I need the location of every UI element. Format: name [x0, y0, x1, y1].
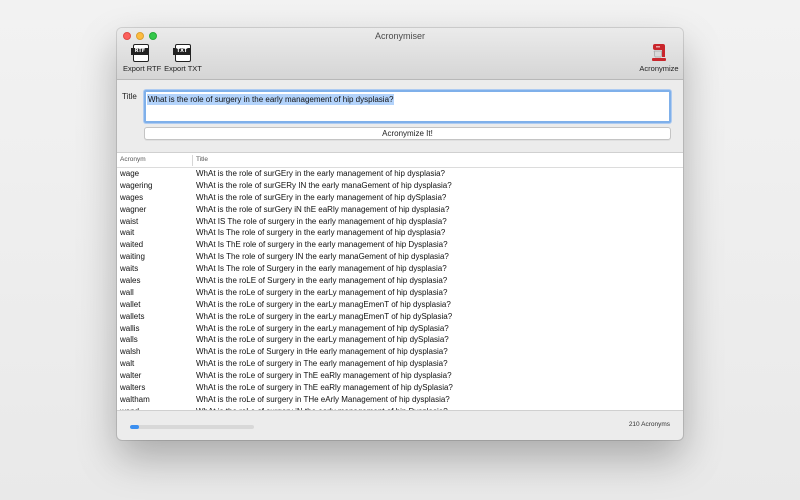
progress-bar [130, 425, 254, 429]
txt-document-icon: TXT [173, 44, 191, 62]
table-row[interactable]: wages WhAt is the role of surGEry in the … [117, 192, 683, 204]
title-cell: WhAt is the roLe of surgery in the earLy… [196, 335, 449, 345]
title-cell: WhAt is the role of surGEry in the early… [196, 169, 446, 178]
table-row[interactable]: wagering WhAt is the role of surGERy IN t… [117, 180, 683, 192]
table-row[interactable]: waits WhAt Is The role of Surgery in the … [117, 263, 683, 275]
table-row[interactable]: wall WhAt is the roLe of surgery in the e… [117, 287, 683, 299]
export-rtf-button[interactable]: RTF Export RTF [123, 44, 162, 73]
acronym-cell: wagering [120, 180, 153, 190]
acronym-cell: walls [120, 335, 138, 345]
rtf-document-icon: RTF [131, 44, 149, 62]
title-cell: WhAt Is The role of surgery IN the early… [196, 252, 449, 262]
acronym-cell: walsh [120, 347, 141, 357]
acronym-cell: waist [120, 216, 139, 226]
title-cell: WhAt IS The role of surgery in the early… [196, 216, 447, 226]
column-header-acronym[interactable]: Acronym [120, 153, 146, 167]
table-row[interactable]: wage WhAt is the role of surGEry in the e… [117, 168, 683, 180]
acronym-cell: wales [120, 276, 141, 286]
progress-fill [130, 425, 139, 429]
table-row[interactable]: waist WhAt IS The role of surgery in the … [117, 216, 683, 228]
acronym-cell: wallets [120, 311, 145, 321]
title-cell: WhAt is the roLe of surgery in The early… [196, 359, 448, 369]
title-cell: WhAt is the roLe of surgery in ThE eaRly… [196, 371, 452, 381]
table-row[interactable]: wallet WhAt is the roLe of surgery in the… [117, 299, 683, 311]
acronym-cell: wages [120, 192, 144, 202]
title-cell: WhAt Is The role of Surgery in the early… [196, 264, 447, 274]
status-bar: 210 Acronyms [117, 412, 683, 440]
title-cell: WhAt is the role of surGery iN thE eaRly… [196, 204, 450, 214]
acronym-table[interactable]: Acronym Title wage WhAt is the role of su… [117, 152, 683, 411]
table-row[interactable]: wallis WhAt is the roLe of surgery in the… [117, 323, 683, 335]
acronym-cell: wallis [120, 323, 140, 333]
column-divider[interactable] [192, 155, 193, 166]
table-row[interactable]: wait WhAt Is The role of surgery in the e… [117, 227, 683, 239]
table-row[interactable]: walt WhAt is the roLe of surgery in The e… [117, 358, 683, 370]
acronymize-toolbar-label: Acronymize [639, 64, 679, 73]
table-row[interactable]: waltham WhAt is the roLe of surgery in TH… [117, 394, 683, 406]
table-row[interactable]: walter WhAt is the roLe of surgery in ThE… [117, 370, 683, 382]
title-input-value: What is the role of surgery in the early… [147, 94, 395, 105]
title-cell: WhAt is the roLe of surgery iN the early… [196, 406, 448, 410]
title-cell: WhAt Is The role of surgery in the early… [196, 228, 446, 238]
table-body: wage WhAt is the role of surGEry in the e… [117, 168, 683, 410]
acronym-cell: wagner [120, 204, 147, 214]
title-input[interactable]: What is the role of surgery in the early… [144, 90, 671, 123]
table-row[interactable]: waiting WhAt Is The role of surgery IN th… [117, 251, 683, 263]
table-row[interactable]: wallets WhAt is the roLe of surgery in th… [117, 311, 683, 323]
rtf-tag: RTF [131, 48, 149, 55]
acronym-cell: wallet [120, 299, 141, 309]
table-row[interactable]: wales WhAt is the roLE of Surgery in the … [117, 275, 683, 287]
table-row[interactable]: walls WhAt is the roLe of surgery in the … [117, 334, 683, 346]
acronym-cell: wage [120, 169, 140, 178]
export-txt-label: Export TXT [164, 64, 202, 73]
titlebar: Acronymiser RTF Export RTF TXT Export TX… [117, 28, 683, 80]
main-content: Title What is the role of surgery in the… [117, 81, 683, 440]
acronym-cell: walters [120, 383, 146, 393]
title-cell: WhAt is the role of surGERy IN the early… [196, 180, 452, 190]
table-row[interactable]: wand WhAt is the roLe of surgery iN the e… [117, 406, 683, 410]
title-cell: WhAt is the roLe of surgery in ThE eaRly… [196, 383, 453, 393]
table-row[interactable]: wagner WhAt is the role of surGery iN thE… [117, 204, 683, 216]
title-cell: WhAt is the roLe of surgery in THe eArly… [196, 394, 450, 404]
title-cell: WhAt is the roLe of surgery in the earLy… [196, 299, 451, 309]
title-cell: WhAt is the roLe of surgery in the earLy… [196, 311, 453, 321]
title-cell: WhAt is the roLE of Surgery in the early… [196, 276, 448, 286]
app-window: Acronymiser RTF Export RTF TXT Export TX… [117, 28, 683, 440]
acronym-cell: wall [120, 287, 134, 297]
acronym-cell: waltham [120, 394, 150, 404]
table-row[interactable]: walters WhAt is the roLe of surgery in Th… [117, 382, 683, 394]
table-row[interactable]: waited WhAt Is ThE role of surgery in the… [117, 239, 683, 251]
table-header: Acronym Title [117, 153, 683, 168]
acronym-cell: waiting [120, 252, 145, 262]
acronymize-toolbar-button[interactable]: Acronymize [639, 43, 679, 73]
window-title: Acronymiser [374, 31, 425, 41]
txt-tag: TXT [173, 48, 191, 55]
acronym-cell: walter [120, 371, 142, 381]
acronym-cell: waits [120, 264, 139, 274]
mixer-icon [650, 43, 668, 62]
title-cell: WhAt is the roLe of surgery in the earLy… [196, 323, 449, 333]
title-cell: WhAt is the roLe of surgery in the earLy… [196, 287, 448, 297]
export-txt-button[interactable]: TXT Export TXT [164, 44, 202, 73]
acronym-cell: wand [120, 406, 139, 410]
title-cell: WhAt Is ThE role of surgery in the early… [196, 240, 448, 250]
title-cell: WhAt is the role of surGEry in the early… [196, 192, 447, 202]
table-row[interactable]: walsh WhAt is the roLe of Surgery in tHe … [117, 346, 683, 358]
title-label: Title [122, 92, 137, 101]
acronym-cell: walt [120, 359, 135, 369]
acronym-cell: waited [120, 240, 144, 250]
acronym-count: 210 Acronyms [628, 421, 670, 428]
title-cell: WhAt is the roLe of Surgery in tHe early… [196, 347, 448, 357]
acronym-cell: wait [120, 228, 135, 238]
acronymize-button[interactable]: Acronymize It! [144, 127, 671, 140]
column-header-title[interactable]: Title [196, 153, 208, 167]
export-rtf-label: Export RTF [123, 64, 162, 73]
